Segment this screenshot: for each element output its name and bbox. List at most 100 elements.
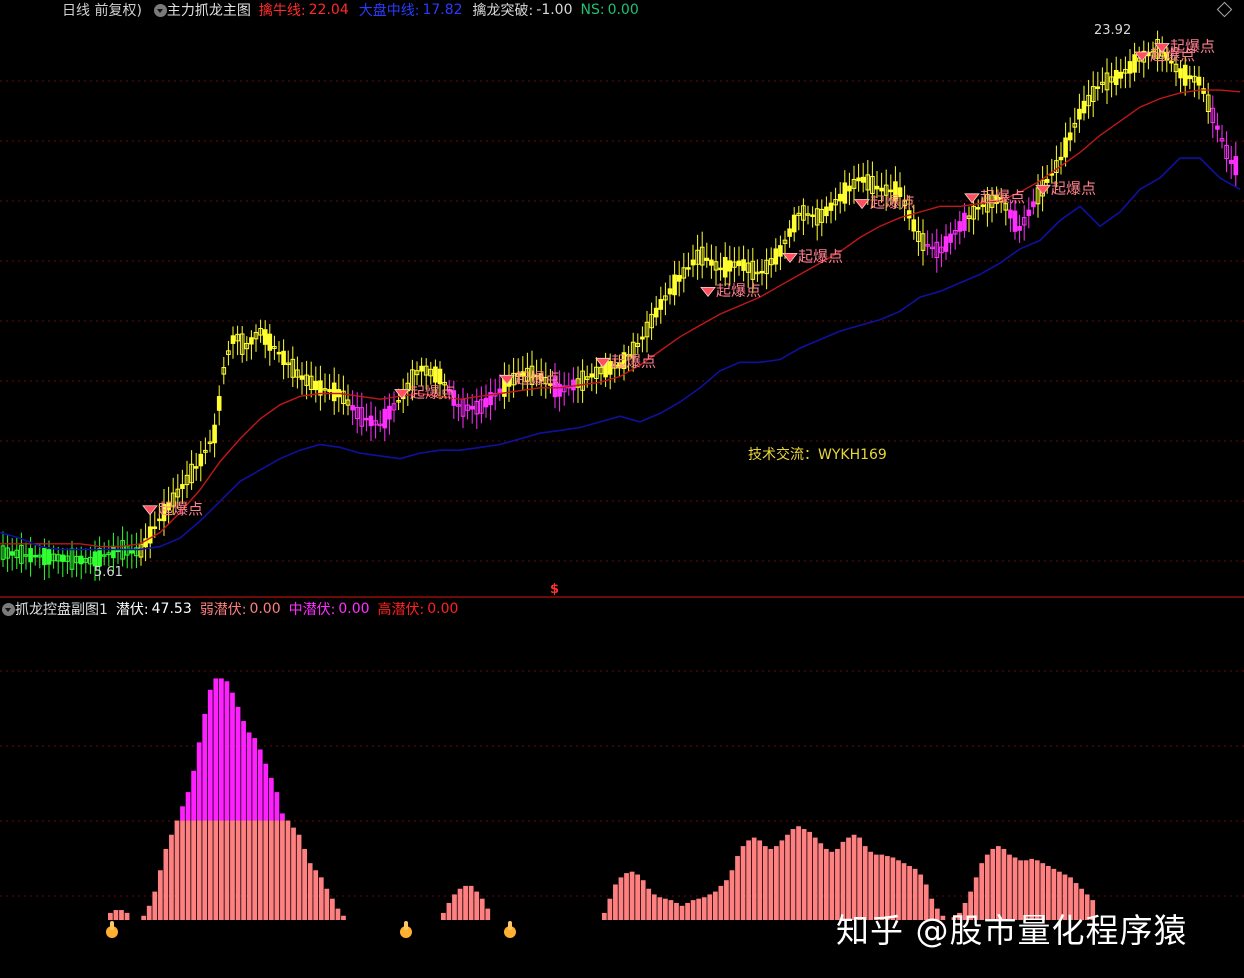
candle xyxy=(962,203,967,238)
candle-body xyxy=(230,335,236,344)
candle-body xyxy=(791,214,797,233)
candle xyxy=(129,534,135,569)
candle-body xyxy=(60,554,66,562)
candle xyxy=(1123,56,1128,89)
candle xyxy=(23,542,29,570)
qianfu-label: 潜伏: xyxy=(115,602,149,618)
sub-indicator-name[interactable]: 抓龙控盘副图1 xyxy=(15,599,108,619)
candle-body xyxy=(1063,137,1068,158)
signal-label: 起爆点 xyxy=(515,369,560,387)
candle xyxy=(1031,188,1036,215)
hist-bar xyxy=(613,884,618,920)
candle xyxy=(1058,142,1064,175)
candle-body xyxy=(741,259,746,271)
signal-label: 起爆点 xyxy=(798,247,843,265)
histogram-bars xyxy=(108,678,1096,920)
candle-body xyxy=(1196,76,1202,86)
hist-bar xyxy=(257,820,263,920)
dollar-mark: $ xyxy=(550,582,560,597)
candle-body xyxy=(787,228,792,237)
candle xyxy=(143,523,148,562)
finger-icon xyxy=(400,921,412,938)
candle-body xyxy=(433,366,438,383)
hist-bar xyxy=(474,891,480,920)
hist-bar xyxy=(663,898,668,920)
gao-qianfu-label: 高潜伏: xyxy=(377,602,425,618)
candle xyxy=(488,378,493,421)
candle xyxy=(828,191,834,224)
hist-bar xyxy=(146,905,152,920)
candle xyxy=(474,388,480,429)
candle-body xyxy=(249,337,254,345)
hist-bar xyxy=(174,820,180,920)
candle-body xyxy=(313,380,319,391)
hist-bar xyxy=(785,834,790,920)
candle-body xyxy=(1127,61,1133,74)
candle xyxy=(1113,56,1119,96)
hist-bar xyxy=(202,820,208,920)
hist-bar xyxy=(712,891,718,920)
hist-bar xyxy=(690,900,696,920)
candle xyxy=(943,224,949,261)
hist-bar-top xyxy=(230,692,235,821)
hist-bar-top xyxy=(274,792,280,821)
candle xyxy=(272,335,277,360)
hist-bar xyxy=(751,837,757,920)
candle xyxy=(281,339,286,380)
hist-bar xyxy=(152,891,158,920)
finger-icon-tip xyxy=(110,921,114,930)
candle-body xyxy=(382,408,388,429)
candle xyxy=(791,207,797,242)
candle-body xyxy=(837,193,843,202)
candle xyxy=(948,222,953,255)
candle xyxy=(60,547,66,577)
candle xyxy=(644,311,650,353)
signal-label: 起爆点 xyxy=(870,193,915,211)
hist-bar xyxy=(296,834,302,920)
candle xyxy=(778,235,783,271)
candle xyxy=(327,374,332,400)
candle xyxy=(860,162,866,193)
hist-bar xyxy=(601,912,607,920)
candle xyxy=(253,324,259,352)
candle xyxy=(566,372,572,396)
ruo-qianfu-value: 0.00 xyxy=(249,601,281,617)
candle xyxy=(285,350,291,379)
dropdown-icon[interactable] xyxy=(153,3,167,17)
dropdown-icon[interactable] xyxy=(2,602,15,616)
hist-bar-top xyxy=(252,738,258,821)
candle xyxy=(69,540,75,578)
candle-body xyxy=(1228,159,1234,164)
candle-body xyxy=(888,189,894,193)
candle xyxy=(741,245,746,282)
hist-bar xyxy=(696,898,702,920)
candle xyxy=(1215,112,1220,143)
candle xyxy=(368,401,374,442)
finger-icon xyxy=(106,921,118,938)
candle-body xyxy=(1187,75,1193,80)
candle xyxy=(308,361,314,398)
candle-body xyxy=(262,329,268,345)
hist-bar xyxy=(330,898,335,920)
candle xyxy=(1127,49,1133,88)
candle-body xyxy=(640,336,645,340)
candle xyxy=(55,546,61,574)
candle xyxy=(65,548,70,575)
candle xyxy=(391,391,397,423)
candle-body xyxy=(957,221,963,232)
candle xyxy=(658,286,664,324)
candle xyxy=(663,282,668,316)
hist-bar-top xyxy=(191,770,196,821)
candle-body xyxy=(1077,108,1082,120)
hist-bar xyxy=(618,877,624,920)
main-indicator-name[interactable]: 主力抓龙主图 xyxy=(167,0,251,20)
candle xyxy=(925,230,930,256)
qinniu-label: 擒牛线: xyxy=(258,3,306,19)
candle xyxy=(934,228,940,273)
candle xyxy=(1100,67,1105,93)
candle-body xyxy=(736,260,742,267)
candle-body xyxy=(1233,156,1239,176)
candle-body xyxy=(1113,69,1119,86)
hist-bar-top xyxy=(268,777,274,821)
hist-bar xyxy=(774,846,779,920)
